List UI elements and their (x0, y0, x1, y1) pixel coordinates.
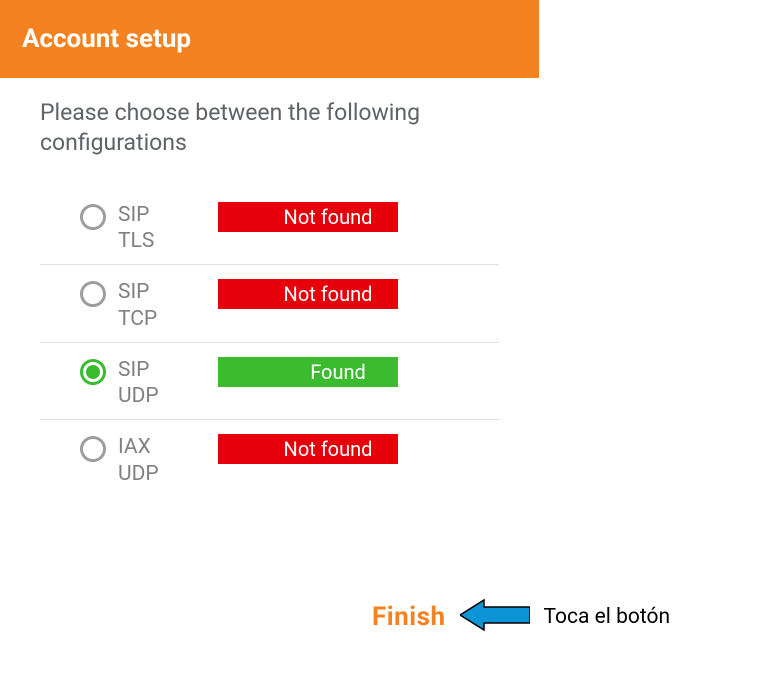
finish-area: Finish Toca el botón (0, 598, 769, 636)
option-list: SIP TLS Not found SIP TCP Not found SIP … (0, 188, 539, 497)
instruction-text: Please choose between the following conf… (0, 78, 539, 188)
option-label: IAX UDP (118, 434, 198, 487)
status-badge: Not found (218, 279, 398, 309)
status-badge: Found (218, 357, 398, 387)
option-label: SIP TLS (118, 202, 198, 255)
radio-iax-udp[interactable] (80, 436, 106, 462)
option-sip-tcp[interactable]: SIP TCP Not found (40, 265, 499, 343)
radio-sip-tcp[interactable] (80, 281, 106, 307)
annotation-text: Toca el botón (544, 605, 671, 629)
status-badge: Not found (218, 202, 398, 232)
finish-button[interactable]: Finish (372, 602, 446, 632)
arrow-left-icon (460, 598, 530, 636)
status-badge: Not found (218, 434, 398, 464)
header-title: Account setup (22, 24, 191, 54)
phone-screen: Account setup Please choose between the … (0, 0, 539, 497)
header-bar: Account setup (0, 0, 539, 78)
radio-sip-udp[interactable] (80, 359, 106, 385)
option-label: SIP TCP (118, 279, 198, 332)
radio-sip-tls[interactable] (80, 204, 106, 230)
option-iax-udp[interactable]: IAX UDP Not found (40, 420, 499, 497)
option-sip-udp[interactable]: SIP UDP Found (40, 343, 499, 421)
option-sip-tls[interactable]: SIP TLS Not found (40, 188, 499, 266)
option-label: SIP UDP (118, 357, 198, 410)
